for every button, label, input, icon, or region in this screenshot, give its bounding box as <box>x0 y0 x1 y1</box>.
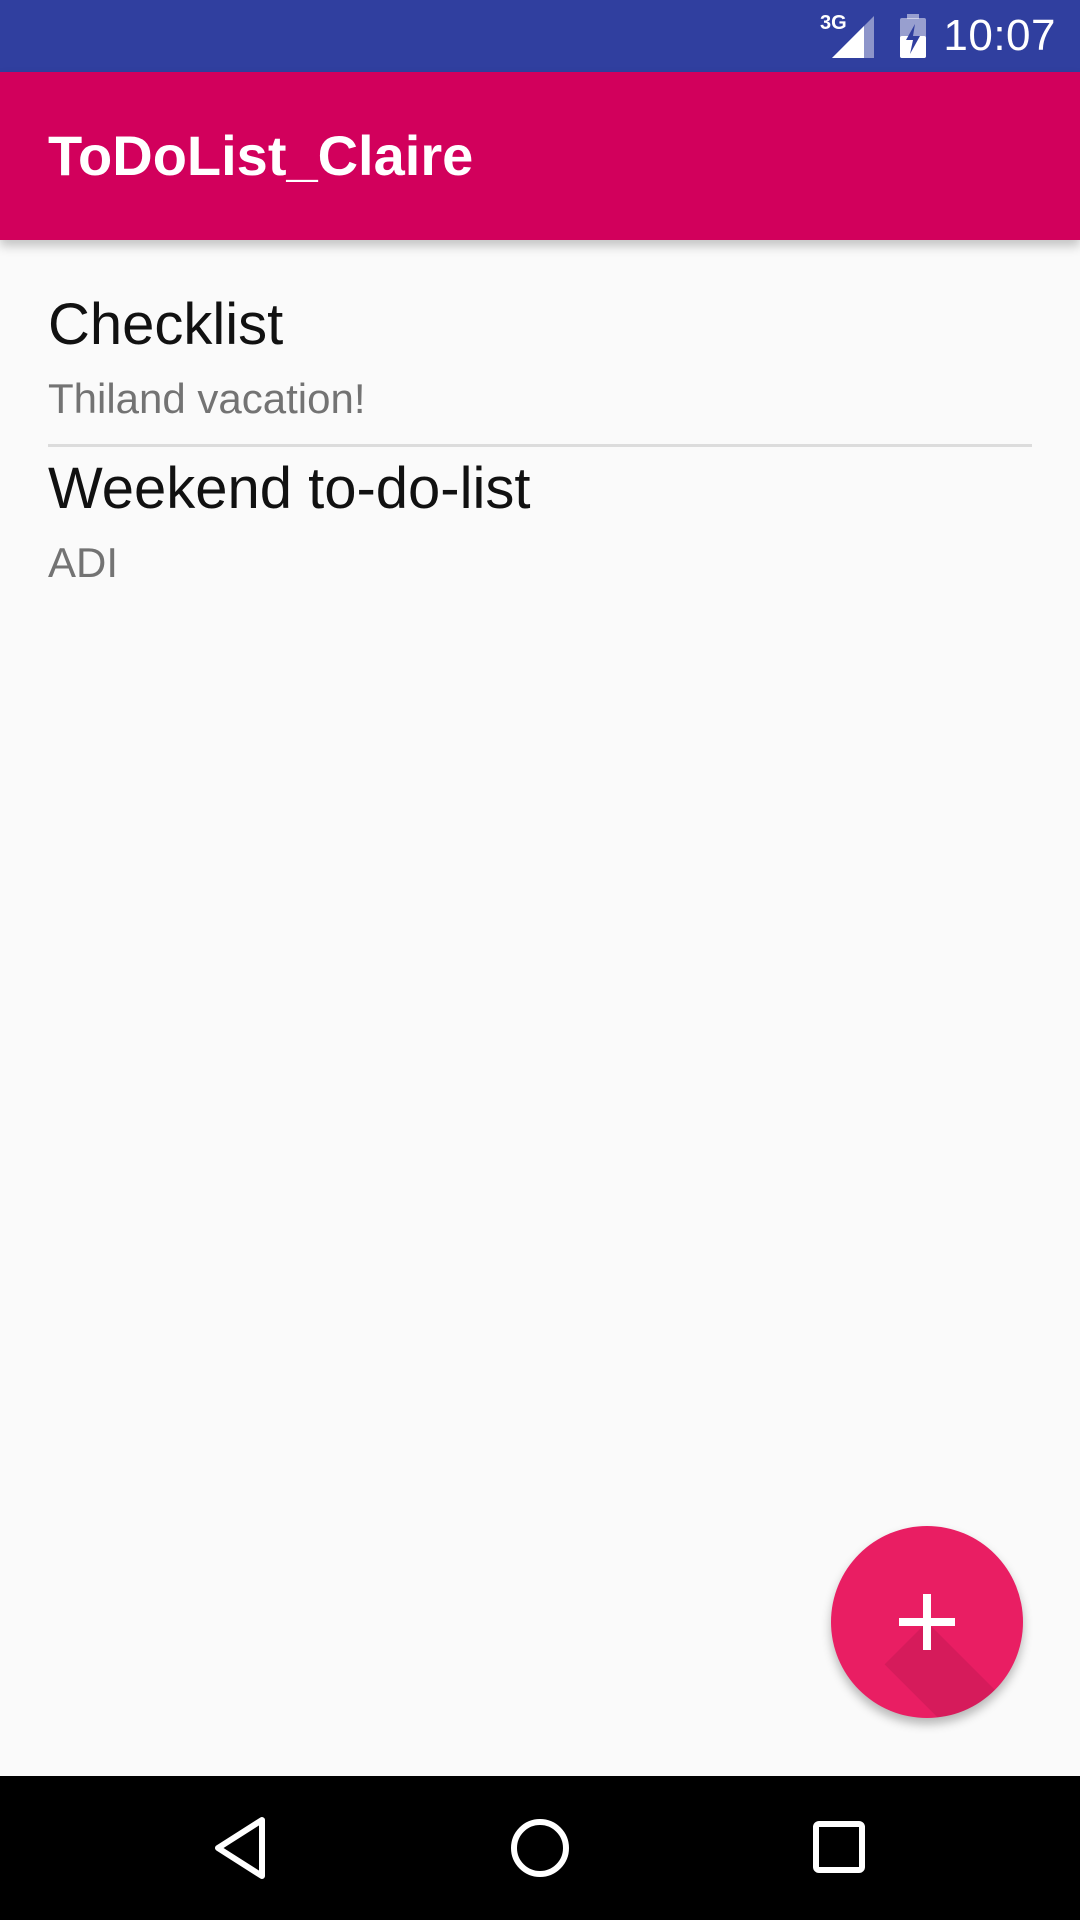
network-type-label: 3G <box>820 12 847 34</box>
status-bar: 3G 10:07 <box>0 0 1080 72</box>
list-item-title: Checklist <box>48 292 284 357</box>
home-icon[interactable] <box>500 1808 580 1888</box>
list-item[interactable]: Weekend to-do-list ADI <box>0 460 1080 620</box>
navigation-bar <box>0 1776 1080 1920</box>
plus-icon <box>899 1594 955 1650</box>
status-clock: 10:07 <box>943 11 1056 60</box>
add-list-button[interactable] <box>831 1526 1023 1718</box>
app-toolbar: ToDoList_Claire <box>0 72 1080 240</box>
app-title: ToDoList_Claire <box>48 124 474 187</box>
back-icon[interactable] <box>200 1808 280 1888</box>
divider <box>48 444 1032 447</box>
list-item-title: Weekend to-do-list <box>48 456 531 521</box>
list-item-subtitle: Thiland vacation! <box>48 375 366 422</box>
list-item[interactable]: Checklist Thiland vacation! <box>0 240 1080 447</box>
battery-charging-icon <box>900 14 926 58</box>
list-item-subtitle: ADI <box>48 539 119 586</box>
todo-lists: Checklist Thiland vacation! Weekend to-d… <box>0 240 1080 620</box>
recents-icon[interactable] <box>800 1808 880 1888</box>
